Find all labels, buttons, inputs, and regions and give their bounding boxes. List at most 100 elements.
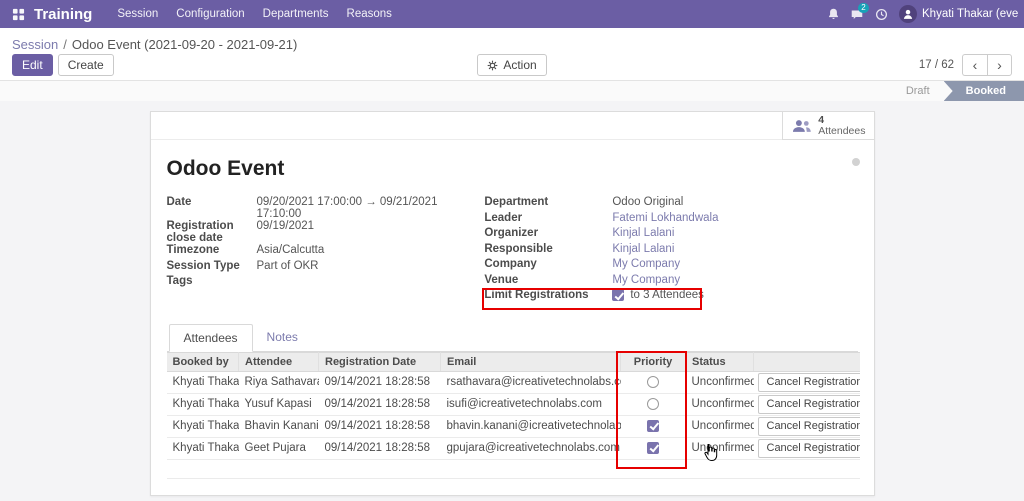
nav-item-departments[interactable]: Departments <box>254 0 338 28</box>
field-responsible: Responsible Kinjal Lalani <box>484 243 857 259</box>
attendees-table: Booked by Attendee Registration Date Ema… <box>166 351 860 479</box>
cell-email: gpujara@icreativetechnolabs.com <box>440 437 621 460</box>
field-label-tags: Tags <box>166 275 193 287</box>
cell-booked-by: Khyati Thakar <box>166 371 239 394</box>
field-value-organizer-link[interactable]: Kinjal Lalani <box>612 227 674 239</box>
field-label-department: Department <box>484 196 549 208</box>
table-row[interactable]: Khyati Thakar Geet Pujara 09/14/2021 18:… <box>166 437 860 460</box>
field-value-company-link[interactable]: My Company <box>612 258 680 270</box>
field-value-timezone: Asia/Calcutta <box>256 244 325 256</box>
field-value-registration-close-date: 09/19/2021 <box>256 220 315 232</box>
field-value-limit-registrations: to 3 Attendees <box>630 289 704 301</box>
cell-status: Unconfirmed <box>685 415 754 438</box>
activity-clock-icon[interactable] <box>869 2 893 26</box>
page-title: Odoo Event <box>166 157 285 180</box>
cell-status: Unconfirmed <box>685 437 754 460</box>
field-value-leader-link[interactable]: Fatemi Lokhandwala <box>612 212 718 224</box>
column-header-action <box>753 351 860 372</box>
table-row[interactable]: Khyati Thakar Riya Sathavara 09/14/2021 … <box>166 371 860 394</box>
chat-icon[interactable]: 2 <box>845 2 869 26</box>
field-label-organizer: Organizer <box>484 227 539 239</box>
cell-booked-by: Khyati Thakar <box>166 393 239 416</box>
field-value-session-type: Part of OKR <box>256 259 319 272</box>
field-limit-registrations: Limit Registrations to 3 Attendees <box>484 289 857 305</box>
cell-email: bhavin.kanani@icreativetechnolabs.com <box>440 415 621 438</box>
field-label-registration-close-date: Registration close date <box>166 220 234 244</box>
cell-attendee: Geet Pujara <box>238 437 319 460</box>
gear-icon <box>488 60 498 70</box>
avatar[interactable] <box>899 5 917 23</box>
cell-registration-date: 09/14/2021 18:28:58 <box>318 415 441 438</box>
statusbar: Draft Booked <box>0 80 1024 101</box>
cell-booked-by: Khyati Thakar <box>166 437 239 460</box>
nav-item-session[interactable]: Session <box>108 0 167 28</box>
cancel-registration-button[interactable]: Cancel Registration <box>757 416 860 436</box>
tab-attendees[interactable]: Attendees <box>168 323 253 352</box>
field-company: Company My Company <box>484 258 857 274</box>
cell-registration-date: 09/14/2021 18:28:58 <box>318 437 441 460</box>
column-header-attendee[interactable]: Attendee <box>238 351 319 372</box>
field-label-session-type: Session Type <box>166 259 240 272</box>
cell-attendee: Bhavin Kanani <box>238 415 319 438</box>
form-sheet: 4 Attendees Odoo Event Date 09/20/2021 1… <box>149 111 875 496</box>
control-panel: Action Edit Create 17 / 62 ‹ › <box>0 54 1024 80</box>
priority-checkbox[interactable] <box>647 397 659 410</box>
user-menu[interactable]: Khyati Thakar (event_mgmt <box>922 8 1018 20</box>
field-label-date: Date <box>166 196 192 208</box>
breadcrumb-separator: / <box>63 36 67 52</box>
field-venue: Venue My Company <box>484 274 857 290</box>
breadcrumb-session-link[interactable]: Session <box>12 37 58 52</box>
tab-notes[interactable]: Notes <box>253 324 312 352</box>
cell-registration-date: 09/14/2021 18:28:58 <box>318 371 441 394</box>
table-row[interactable]: Khyati Thakar Yusuf Kapasi 09/14/2021 18… <box>166 393 860 416</box>
table-header-row: Booked by Attendee Registration Date Ema… <box>166 351 860 372</box>
button-box: 4 Attendees <box>150 112 874 140</box>
bell-icon[interactable] <box>821 2 845 26</box>
limit-registrations-checkbox[interactable] <box>612 289 625 301</box>
field-label-company: Company <box>484 258 537 270</box>
status-step-booked[interactable]: Booked <box>943 81 1024 101</box>
table-row[interactable]: Khyati Thakar Bhavin Kanani 09/14/2021 1… <box>166 415 860 438</box>
column-header-priority[interactable]: Priority <box>620 351 686 372</box>
field-value-venue-link[interactable]: My Company <box>612 274 680 286</box>
nav-item-reasons[interactable]: Reasons <box>338 0 401 28</box>
empty-table-row <box>166 459 860 479</box>
status-indicator-dot <box>851 158 860 166</box>
field-label-leader: Leader <box>484 211 523 224</box>
attendees-stat-button[interactable]: 4 Attendees <box>781 112 874 140</box>
priority-checkbox[interactable] <box>647 375 659 388</box>
cancel-registration-button[interactable]: Cancel Registration <box>757 394 860 414</box>
cancel-registration-button[interactable]: Cancel Registration <box>757 438 860 458</box>
status-step-draft[interactable]: Draft <box>892 81 944 101</box>
top-navbar: Training Session Configuration Departmen… <box>0 0 1024 28</box>
pager: 17 / 62 ‹ › <box>919 54 1012 76</box>
field-label-timezone: Timezone <box>166 244 220 256</box>
field-value-department: Odoo Original <box>612 196 684 208</box>
stat-attendees-count: 4 <box>818 113 825 126</box>
field-tags: Tags <box>167 275 465 291</box>
nav-item-configuration[interactable]: Configuration <box>167 0 253 28</box>
pager-previous-button[interactable]: ‹ <box>962 54 987 76</box>
action-button[interactable]: Action <box>477 54 547 76</box>
field-label-venue: Venue <box>484 273 519 286</box>
content-area: 4 Attendees Odoo Event Date 09/20/2021 1… <box>0 101 1024 501</box>
pager-next-button[interactable]: › <box>987 54 1012 76</box>
column-header-booked-by[interactable]: Booked by <box>166 351 239 372</box>
breadcrumb-current: Odoo Event (2021-09-20 - 2021-09-21) <box>71 36 298 52</box>
priority-checkbox[interactable] <box>647 441 659 454</box>
field-department: Department Odoo Original <box>484 196 857 212</box>
cell-status: Unconfirmed <box>685 371 754 394</box>
column-header-email[interactable]: Email <box>440 351 621 372</box>
cell-attendee: Yusuf Kapasi <box>238 393 319 416</box>
cancel-registration-button[interactable]: Cancel Registration <box>757 372 860 392</box>
app-name[interactable]: Training <box>34 6 92 23</box>
column-header-status[interactable]: Status <box>685 351 754 372</box>
column-header-registration-date[interactable]: Registration Date <box>318 351 441 372</box>
apps-menu-icon[interactable] <box>6 0 30 28</box>
priority-checkbox[interactable] <box>647 419 659 432</box>
cell-booked-by: Khyati Thakar <box>166 415 239 438</box>
notebook-tabs: Attendees Notes <box>166 323 858 352</box>
chat-badge: 2 <box>858 3 869 13</box>
pager-count[interactable]: 17 / 62 <box>919 59 954 71</box>
field-value-responsible-link[interactable]: Kinjal Lalani <box>612 243 674 255</box>
